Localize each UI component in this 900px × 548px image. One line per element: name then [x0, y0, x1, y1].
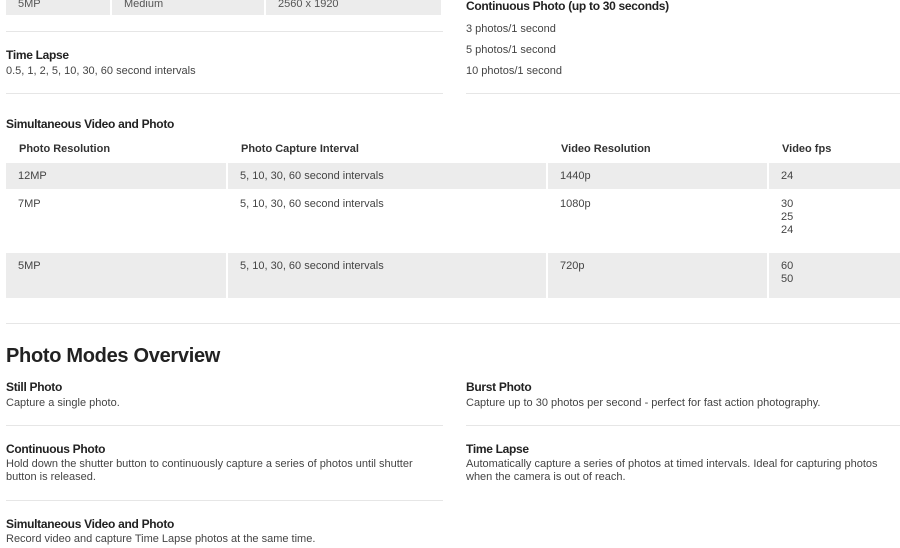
- fps-cell: 60 50: [769, 253, 900, 298]
- interval-cell: 5, 10, 30, 60 second intervals: [240, 198, 384, 210]
- fps-value: 60: [781, 260, 794, 272]
- mode-desc: Hold down the shutter button to continuo…: [6, 458, 413, 483]
- quality-cell: Medium: [112, 0, 264, 15]
- interval-cell: 5, 10, 30, 60 second intervals: [228, 253, 546, 298]
- photo-res-cell: 12MP: [6, 163, 226, 189]
- svp-table-header: Photo Resolution Photo Capture Interval …: [6, 137, 900, 163]
- svp-table: Photo Resolution Photo Capture Interval …: [6, 137, 900, 300]
- svp-heading: Simultaneous Video and Photo: [6, 117, 175, 131]
- divider: [6, 323, 900, 324]
- continuous-option: 10 photos/1 second: [466, 65, 563, 77]
- header-video-fps: Video fps: [782, 143, 832, 155]
- continuous-option: 3 photos/1 second: [466, 23, 556, 35]
- mode-title: Simultaneous Video and Photo: [6, 517, 175, 531]
- mode-title: Burst Photo: [466, 380, 532, 394]
- photo-resolution-table-row: 5MP Medium 2560 x 1920: [6, 0, 441, 15]
- mode-desc: Record video and capture Time Lapse phot…: [6, 533, 316, 545]
- divider: [466, 93, 900, 94]
- mode-title: Continuous Photo: [6, 442, 106, 456]
- video-res-cell: 720p: [548, 253, 767, 298]
- fps-value: 24: [781, 170, 794, 182]
- photo-res-cell: 5MP: [6, 253, 226, 298]
- header-video-resolution: Video Resolution: [561, 143, 651, 155]
- mode-desc: Automatically capture a series of photos…: [466, 458, 878, 483]
- photo-res-cell: 7MP: [18, 198, 41, 210]
- divider: [466, 425, 900, 426]
- divider: [6, 31, 443, 32]
- video-res-cell: 1440p: [548, 163, 767, 189]
- divider: [6, 425, 443, 426]
- fps-value: 50: [781, 273, 794, 285]
- fps-cell: 30 25 24: [769, 191, 900, 251]
- mode-title: Time Lapse: [466, 442, 529, 456]
- continuous-option: 5 photos/1 second: [466, 44, 556, 56]
- divider: [6, 500, 443, 501]
- mode-desc: Capture a single photo.: [6, 397, 120, 409]
- table-row: 7MP 5, 10, 30, 60 second intervals 1080p…: [6, 191, 900, 251]
- fps-value: 25: [781, 211, 794, 223]
- resolution-cell: 5MP: [6, 0, 110, 15]
- fps-value: 24: [781, 224, 794, 236]
- overview-heading: Photo Modes Overview: [6, 345, 221, 367]
- table-row: 12MP 5, 10, 30, 60 second intervals 1440…: [6, 163, 900, 189]
- header-photo-resolution: Photo Resolution: [19, 143, 111, 155]
- continuous-photo-heading: Continuous Photo (up to 30 seconds): [466, 0, 669, 13]
- dimensions-cell: 2560 x 1920: [266, 0, 441, 15]
- divider: [6, 93, 443, 94]
- mode-desc: Capture up to 30 photos per second - per…: [466, 397, 821, 409]
- time-lapse-heading: Time Lapse: [6, 48, 69, 62]
- video-res-cell: 1080p: [560, 198, 591, 210]
- mode-title: Still Photo: [6, 380, 63, 394]
- time-lapse-intervals: 0.5, 1, 2, 5, 10, 30, 60 second interval…: [6, 65, 196, 77]
- table-row: 5MP 5, 10, 30, 60 second intervals 720p …: [6, 253, 900, 298]
- fps-cell: 24: [769, 163, 900, 189]
- fps-value: 30: [781, 198, 794, 210]
- interval-cell: 5, 10, 30, 60 second intervals: [228, 163, 546, 189]
- header-capture-interval: Photo Capture Interval: [241, 143, 359, 155]
